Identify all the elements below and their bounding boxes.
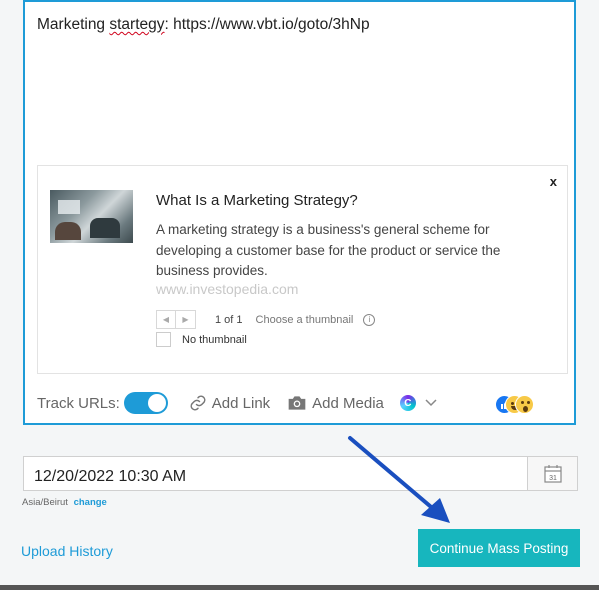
- chevron-down-icon[interactable]: [425, 399, 437, 407]
- preview-domain: www.investopedia.com: [156, 281, 299, 297]
- post-text-suffix: : https://www.vbt.io/goto/3hNp: [164, 16, 370, 33]
- schedule-datetime: 31: [23, 456, 578, 491]
- timezone-label: Asia/Beirut: [22, 497, 68, 508]
- no-thumbnail-checkbox[interactable]: [156, 332, 171, 347]
- add-media-button[interactable]: Add Media: [287, 394, 384, 412]
- add-link-label: Add Link: [211, 394, 271, 412]
- preview-description: A marketing strategy is a business's gen…: [156, 222, 501, 278]
- canva-icon[interactable]: C: [399, 395, 416, 411]
- composer-toolbar: Track URLs: Add Link Add Media C: [37, 391, 437, 415]
- thumbnail-count: 1 of 1: [215, 313, 243, 326]
- calendar-day: 31: [549, 475, 557, 482]
- thumbnail-pager: ◀ ▶ 1 of 1 Choose a thumbnail i: [156, 310, 376, 329]
- camera-icon: [288, 396, 306, 410]
- misspelled-word: startegy: [109, 16, 165, 33]
- no-thumbnail-label: No thumbnail: [182, 333, 247, 346]
- track-urls-toggle[interactable]: [123, 392, 168, 414]
- close-preview-button[interactable]: x: [550, 174, 557, 189]
- wow-reaction-icon: [515, 395, 534, 414]
- track-urls-label: Track URLs:: [37, 394, 120, 412]
- timezone-row: Asia/Beirut change: [22, 497, 107, 508]
- calendar-icon: 31: [543, 464, 562, 483]
- post-text[interactable]: Marketing startegy: https://www.vbt.io/g…: [37, 16, 370, 34]
- upload-history-link[interactable]: Upload History: [21, 543, 113, 559]
- info-icon[interactable]: i: [363, 313, 376, 326]
- next-thumbnail-button[interactable]: ▶: [176, 310, 196, 329]
- calendar-button[interactable]: 31: [527, 456, 578, 491]
- preview-thumbnail: [50, 190, 133, 243]
- link-preview-card: x What Is a Marketing Strategy? A market…: [37, 165, 568, 374]
- add-link-button[interactable]: Add Link: [189, 394, 270, 412]
- bottom-divider: [0, 585, 599, 590]
- post-text-prefix: Marketing: [37, 16, 110, 33]
- link-icon: [190, 395, 206, 411]
- post-composer[interactable]: Marketing startegy: https://www.vbt.io/g…: [23, 0, 576, 425]
- change-timezone-link[interactable]: change: [74, 497, 107, 508]
- add-media-label: Add Media: [312, 394, 384, 412]
- preview-title: What Is a Marketing Strategy?: [156, 192, 358, 209]
- prev-thumbnail-button[interactable]: ◀: [156, 310, 176, 329]
- reactions-icon[interactable]: [495, 393, 534, 415]
- continue-mass-posting-button[interactable]: Continue Mass Posting: [418, 529, 580, 567]
- choose-thumbnail-label: Choose a thumbnail: [255, 313, 354, 326]
- no-thumbnail-option[interactable]: No thumbnail: [156, 332, 247, 347]
- datetime-input[interactable]: [23, 456, 528, 491]
